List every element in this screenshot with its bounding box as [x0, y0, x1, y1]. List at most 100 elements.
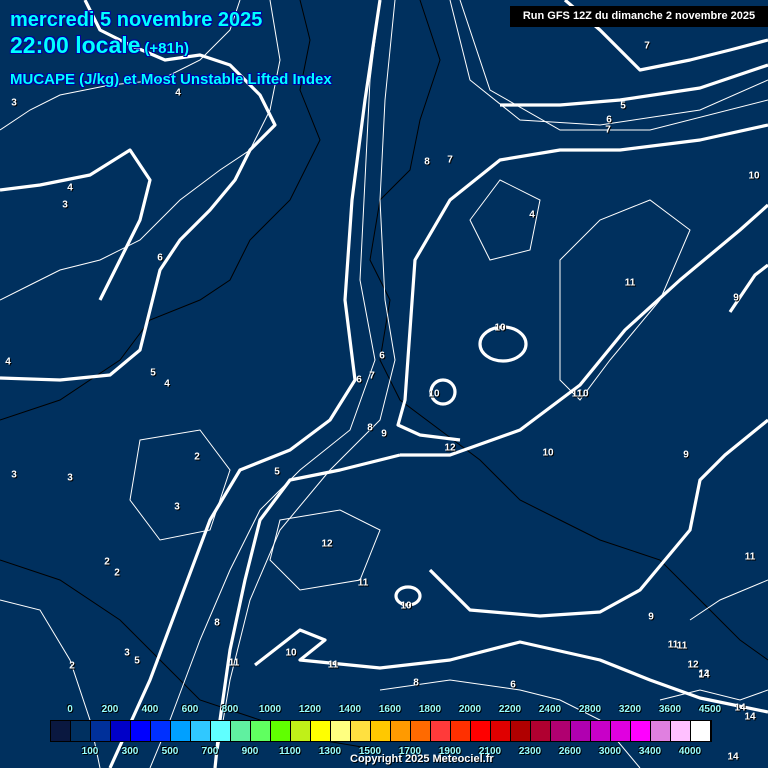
- contour-label: 3: [62, 199, 68, 211]
- contour-label: 3: [174, 501, 180, 513]
- legend-swatch: [291, 721, 311, 741]
- legend-swatch: [471, 721, 491, 741]
- contour-label: 5: [274, 466, 280, 478]
- contour-label: 11: [357, 577, 369, 589]
- legend-tick-label: 1300: [318, 746, 342, 757]
- legend-tick-label: 100: [81, 746, 99, 757]
- legend-swatch: [131, 721, 151, 741]
- contour-label: 14: [744, 711, 756, 723]
- contour-label: 14: [698, 669, 710, 681]
- legend-tick-label: 4500: [698, 704, 722, 715]
- legend-tick-label: 2200: [498, 704, 522, 715]
- contour-label: 10: [428, 388, 440, 400]
- contour-label: 10: [494, 322, 506, 334]
- legend-tick-label: 1000: [258, 704, 282, 715]
- legend-swatch: [611, 721, 631, 741]
- legend-tick-label: 1600: [378, 704, 402, 715]
- legend-tick-label: 2800: [578, 704, 602, 715]
- contour-label: 4: [529, 209, 535, 221]
- contour-label: 10: [542, 447, 554, 459]
- legend-swatch: [491, 721, 511, 741]
- contour-label: 7: [644, 40, 650, 52]
- legend-swatch: [71, 721, 91, 741]
- contour-label: 12: [687, 659, 699, 671]
- contour-label: 4: [175, 87, 181, 99]
- contour-label: 8: [413, 677, 419, 689]
- contour-label: 6: [606, 114, 612, 126]
- contour-label: 8: [424, 156, 430, 168]
- legend-tick-label: 3000: [598, 746, 622, 757]
- contour-label: 14: [727, 751, 739, 763]
- legend-swatch: [351, 721, 371, 741]
- contour-layer: [0, 0, 768, 768]
- legend-tick-label: 1800: [418, 704, 442, 715]
- contour-label: 2: [69, 660, 75, 672]
- contour-label: 11: [624, 277, 636, 289]
- legend-tick-label: 3600: [658, 704, 682, 715]
- legend-tick-label: 500: [161, 746, 179, 757]
- contour-label: 9: [733, 292, 739, 304]
- contour-label: 10: [285, 647, 297, 659]
- contour-label: 6: [356, 374, 362, 386]
- legend-swatch: [571, 721, 591, 741]
- contour-label: 2: [194, 451, 200, 463]
- contour-label: 5: [150, 367, 156, 379]
- contour-label: 7: [369, 370, 375, 382]
- parameter-title: MUCAPE (J/kg) et Most Unstable Lifted In…: [10, 71, 332, 88]
- legend-tick-label: 2400: [538, 704, 562, 715]
- contour-label: 6: [510, 679, 516, 691]
- contour-label: 9: [381, 428, 387, 440]
- contour-label: 6: [379, 350, 385, 362]
- contour-label: 10: [748, 170, 760, 182]
- contour-label: 7: [447, 154, 453, 166]
- legend-tick-label: 3400: [638, 746, 662, 757]
- contour-label: 2: [114, 567, 120, 579]
- contour-label: 11: [744, 551, 756, 563]
- contour-label: 9: [648, 611, 654, 623]
- legend-tick-label: 2000: [458, 704, 482, 715]
- contour-label: 2: [104, 556, 110, 568]
- contour-label: 7: [605, 124, 611, 136]
- legend-swatch: [431, 721, 451, 741]
- legend-swatch: [311, 721, 331, 741]
- contour-label: 4: [67, 182, 73, 194]
- legend-tick-label: 2600: [558, 746, 582, 757]
- contour-label: 8: [214, 617, 220, 629]
- contour-label: 6: [157, 252, 163, 264]
- legend-swatch: [531, 721, 551, 741]
- legend-swatch: [91, 721, 111, 741]
- legend-swatch: [651, 721, 671, 741]
- contour-label: 3: [11, 469, 17, 481]
- contour-label: 3: [124, 647, 130, 659]
- legend-swatch: [231, 721, 251, 741]
- forecast-date: mercredi 5 novembre 2025: [10, 9, 263, 31]
- contour-label: 9: [683, 449, 689, 461]
- contour-label: 3: [67, 472, 73, 484]
- legend-tick-label: 300: [121, 746, 139, 757]
- contour-label: 11: [327, 659, 339, 671]
- contour-label: 4: [164, 378, 170, 390]
- legend-tick-label: 1200: [298, 704, 322, 715]
- legend-tick-label: 2300: [518, 746, 542, 757]
- contour-label: 10: [400, 600, 412, 612]
- legend-swatch: [151, 721, 171, 741]
- contour-label: 12: [321, 538, 333, 550]
- thin-contours: [0, 0, 768, 768]
- legend-tick-label: 400: [141, 704, 159, 715]
- legend-swatch: [251, 721, 271, 741]
- legend-tick-label: 3200: [618, 704, 642, 715]
- legend-swatch: [511, 721, 531, 741]
- legend-swatch: [391, 721, 411, 741]
- contour-label: 8: [367, 422, 373, 434]
- legend-tick-label: 4000: [678, 746, 702, 757]
- forecast-time: 22:00 locale (+81h): [10, 32, 189, 59]
- legend-swatch: [331, 721, 351, 741]
- run-info: Run GFS 12Z du dimanche 2 novembre 2025: [510, 6, 768, 27]
- legend-tick-label: 600: [181, 704, 199, 715]
- copyright: Copyright 2025 Meteociel.fr: [350, 753, 494, 765]
- legend-swatch: [671, 721, 691, 741]
- local-time: 22:00 locale: [10, 32, 141, 58]
- legend-tick-label: 1100: [279, 746, 301, 757]
- legend-tick-label: 900: [241, 746, 259, 757]
- contour-label: 3: [11, 97, 17, 109]
